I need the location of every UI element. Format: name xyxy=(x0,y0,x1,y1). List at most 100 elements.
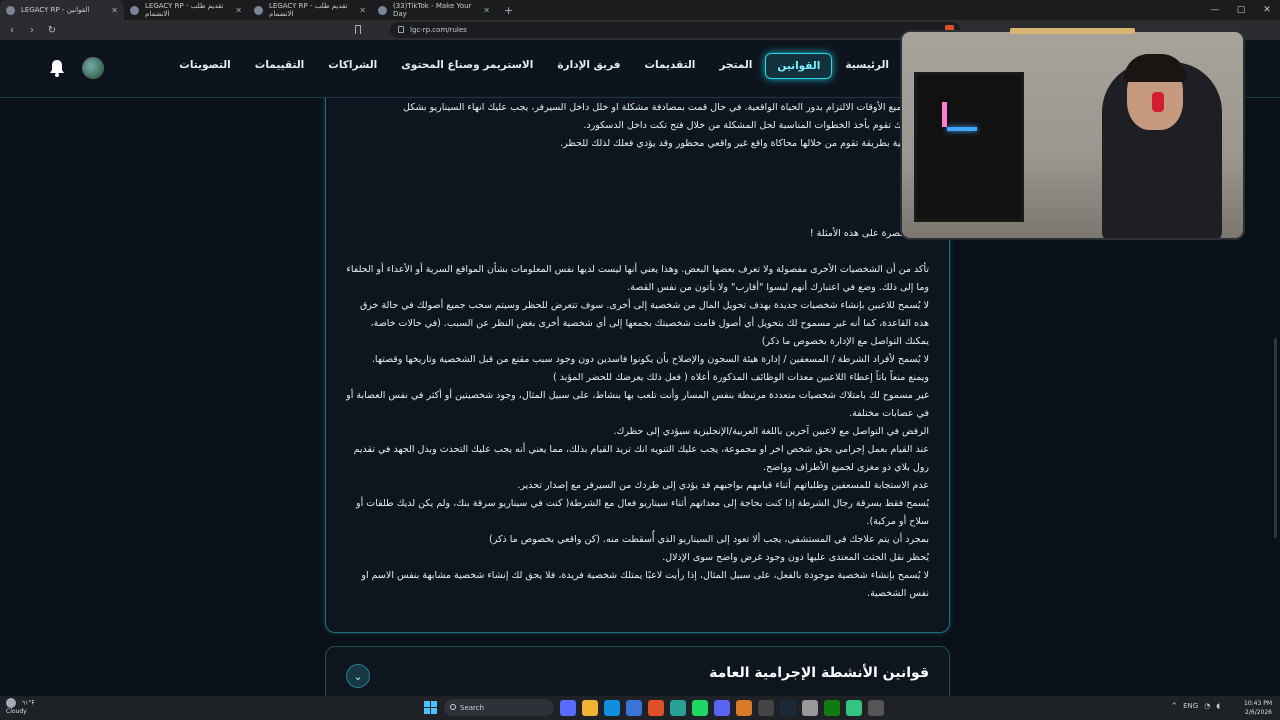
window-controls: — ▢ ✕ xyxy=(1202,0,1280,20)
rule-line: بمجرد أن يتم علاجك في المستشفى، يجب ألا … xyxy=(489,534,929,545)
close-window-icon[interactable]: ✕ xyxy=(1254,0,1280,20)
app-icon[interactable] xyxy=(670,700,686,716)
taskbar: ٦١°F Cloudy Search ^ ENG ◔ ◖ 10:43 PM 2/… xyxy=(0,696,1280,720)
close-tab-icon[interactable]: ✕ xyxy=(483,6,490,15)
headset-earcup xyxy=(1152,92,1164,112)
rule-line: الرفض في التواصل مع لاعبين آخرين باللغة … xyxy=(613,426,930,437)
brave-icon[interactable] xyxy=(648,700,664,716)
rule-line: الشخصية بطريقة تقوم من خلالها محاكاة واق… xyxy=(560,138,929,149)
tab-title: (33)TikTok - Make Your Day xyxy=(393,2,472,18)
rule-line: لا يُسمح بإنشاء شخصية موجودة بالفعل، على… xyxy=(361,570,929,599)
obs-icon[interactable] xyxy=(758,700,774,716)
browser-tab[interactable]: (33)TikTok - Make Your Day ✕ xyxy=(372,0,496,20)
tiktok-icon xyxy=(378,5,387,15)
avatar[interactable] xyxy=(82,57,104,79)
reload-icon[interactable]: ↻ xyxy=(44,25,60,36)
maximize-icon[interactable]: ▢ xyxy=(1228,0,1254,20)
browser-tab[interactable]: LEGACY RP - القوانين ✕ xyxy=(0,0,124,20)
windows-start-icon[interactable] xyxy=(424,701,437,714)
chevron-up-icon[interactable]: ^ xyxy=(1171,702,1177,710)
nav-applications[interactable]: التقديمات xyxy=(633,53,706,79)
lock-icon xyxy=(398,26,404,33)
rules-card: يك ويجميع الأوقات الالتزام بدور الحياة ا… xyxy=(325,98,950,633)
nav-home[interactable]: الرئيسية xyxy=(834,53,900,79)
rule-line: عند القيام بعمل إجرامي بحق شخص اخر او مج… xyxy=(353,444,929,473)
app-icon[interactable] xyxy=(846,700,862,716)
close-tab-icon[interactable]: ✕ xyxy=(235,6,242,15)
forward-icon[interactable]: › xyxy=(24,25,40,36)
xbox-icon[interactable] xyxy=(824,700,840,716)
pinned-apps xyxy=(560,700,884,716)
rules-text: يك ويجميع الأوقات الالتزام بدور الحياة ا… xyxy=(344,99,929,603)
favicon-icon xyxy=(130,5,139,15)
nav-reviews[interactable]: التقييمات xyxy=(244,53,316,79)
rule-line: غير مسموح لك بامتلاك شخصيات متعددة مرتبط… xyxy=(346,390,929,419)
close-tab-icon[interactable]: ✕ xyxy=(111,6,118,15)
tab-title: LEGACY RP - تقديم طلب الانضمام xyxy=(145,2,224,18)
volume-icon[interactable]: ◖ xyxy=(1216,702,1220,710)
favicon-icon xyxy=(6,5,15,15)
nav-partners[interactable]: الشراكات xyxy=(317,53,388,79)
nav-admin-team[interactable]: فريق الإدارة xyxy=(546,53,631,79)
weather-condition: Cloudy xyxy=(6,708,27,715)
browser-tab[interactable]: LEGACY RP - تقديم طلب الانضمام ✕ xyxy=(124,0,248,20)
rule-line: عدم الاستجابة للمسعفين وطلباتهم أثناء قي… xyxy=(517,480,929,491)
date: 2/6/2026 xyxy=(1245,709,1272,716)
weather-widget[interactable]: ٦١°F Cloudy xyxy=(6,698,35,716)
browser-tabbar: LEGACY RP - القوانين ✕ LEGACY RP - تقديم… xyxy=(0,0,1280,20)
tab-title: LEGACY RP - القوانين xyxy=(21,6,90,14)
minimize-icon[interactable]: — xyxy=(1202,0,1228,20)
nav-store[interactable]: المتجر xyxy=(708,53,763,79)
spotify-icon[interactable] xyxy=(692,700,708,716)
back-icon[interactable]: ‹ xyxy=(4,25,20,36)
rule-line: لا يُسمح للاعبين بإنشاء شخصيات جديدة بهد… xyxy=(359,300,929,347)
browser-tab[interactable]: LEGACY RP - تقديم طلب الانضمام ✕ xyxy=(248,0,372,20)
rule-line: يُسمح فقط بسرقة رجال الشرطة إذا كنت بحاج… xyxy=(356,498,929,527)
section-title: قوانين الأنشطة الإجرامية العامة xyxy=(709,665,929,681)
time: 10:43 PM xyxy=(1244,700,1272,707)
favicon-icon xyxy=(254,5,263,15)
bookmark-icon[interactable] xyxy=(355,25,361,34)
criminal-rules-section[interactable]: قوانين الأنشطة الإجرامية العامة ⌄ xyxy=(325,646,950,696)
pc-case xyxy=(914,72,1024,222)
taskbar-search[interactable]: Search xyxy=(444,699,554,716)
new-tab-button[interactable]: + xyxy=(496,4,521,17)
rule-line: تأكد من أن الشخصيات الأخرى مفصولة ولا تع… xyxy=(346,264,929,293)
scrollbar[interactable] xyxy=(1274,338,1277,538)
wifi-icon[interactable]: ◔ xyxy=(1204,702,1210,710)
nav-streamers[interactable]: الاستريمر وصناع المحتوى xyxy=(390,53,544,79)
rule-line: ويمنع منعاً باتاً إعطاء اللاعبين معدات ا… xyxy=(553,372,929,383)
temperature: ٦١°F xyxy=(21,699,35,707)
tab-title: LEGACY RP - تقديم طلب الانضمام xyxy=(269,2,348,18)
rule-line: غير مقتصرة على هذه الأمثلة ! xyxy=(809,228,929,239)
app-icon[interactable] xyxy=(560,700,576,716)
rule-line: يك ويجميع الأوقات الالتزام بدور الحياة ا… xyxy=(403,102,929,113)
rule-line: يُحظر نقل الجثث المعتدى عليها دون وجود غ… xyxy=(662,552,929,563)
chevron-down-icon[interactable]: ⌄ xyxy=(346,664,370,688)
system-tray: ^ ENG ◔ ◖ xyxy=(1171,702,1220,710)
search-icon xyxy=(450,704,456,710)
store-icon[interactable] xyxy=(626,700,642,716)
url-input[interactable]: lgc-rp.com/rules xyxy=(390,22,960,38)
folder-icon[interactable] xyxy=(582,700,598,716)
rule-line: لا يُسمح لأفراد الشرطة / المسعفين / إدار… xyxy=(371,354,929,365)
clock[interactable]: 10:43 PM 2/6/2026 xyxy=(1244,699,1272,717)
bell-icon[interactable] xyxy=(49,59,65,77)
rule-line: وبعد ذلك تقوم بأخذ الخطوات المناسبة لحل … xyxy=(583,120,929,131)
search-placeholder: Search xyxy=(460,703,485,712)
rule-line: مان. xyxy=(344,189,929,207)
nav-votes[interactable]: التصويتات xyxy=(168,53,241,79)
app-icon[interactable] xyxy=(868,700,884,716)
main-nav: الرئيسية القوانين المتجر التقديمات فريق … xyxy=(168,53,900,79)
steam-icon[interactable] xyxy=(780,700,796,716)
rgb-light xyxy=(947,127,977,131)
discord-icon[interactable] xyxy=(714,700,730,716)
app-icon[interactable] xyxy=(802,700,818,716)
close-tab-icon[interactable]: ✕ xyxy=(359,6,366,15)
cloud-icon xyxy=(6,698,16,708)
nav-rules[interactable]: القوانين xyxy=(765,53,833,79)
rgb-light xyxy=(942,102,947,127)
language-indicator[interactable]: ENG xyxy=(1183,702,1198,710)
app-icon[interactable] xyxy=(736,700,752,716)
edge-icon[interactable] xyxy=(604,700,620,716)
